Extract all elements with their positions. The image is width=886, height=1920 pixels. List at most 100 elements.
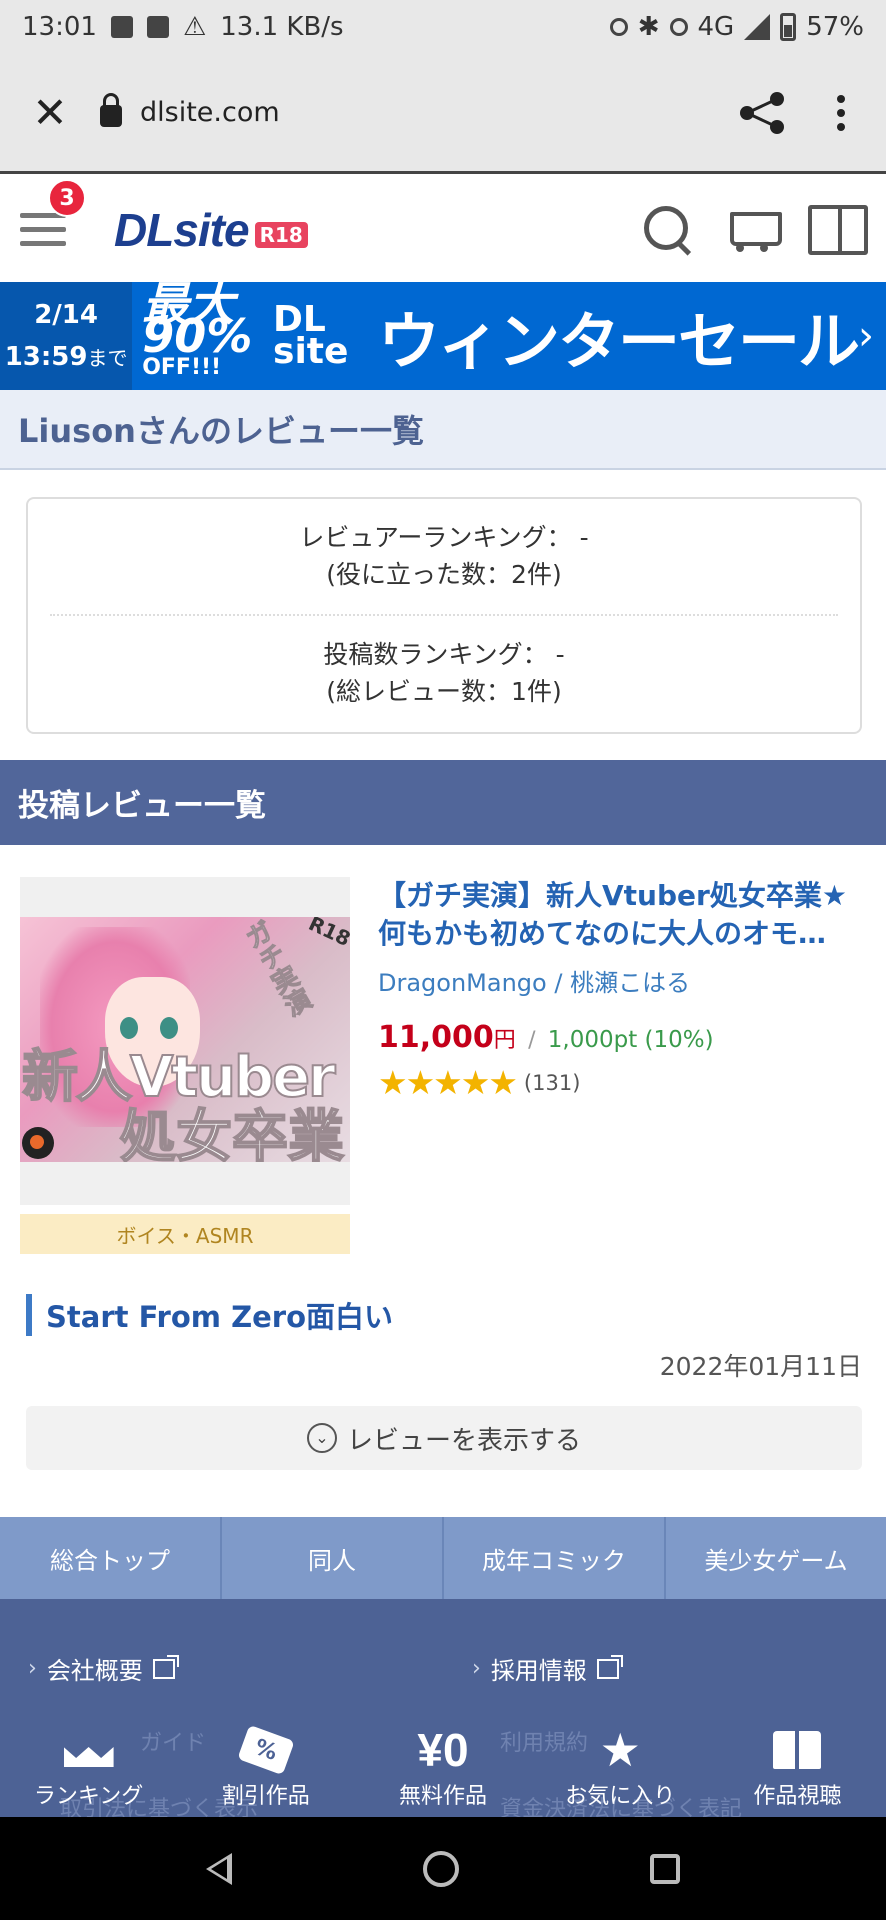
review-date: 2022年01月11日 <box>659 1352 862 1381</box>
reviewer-ranking: レビュアーランキング： - (役に立った数：2件) <box>28 499 860 614</box>
sale-discount-line2: OFF!!! <box>142 355 222 380</box>
price-unit: 円 <box>493 1028 516 1053</box>
external-link-icon <box>152 1654 179 1679</box>
more-vert-icon[interactable] <box>796 78 886 148</box>
recruit-label: 採用情報 <box>490 1657 587 1685</box>
product-image: ガチ実演 R18 新人Vtuber 処女卒業 <box>20 917 350 1162</box>
nav-adult-comic[interactable]: 成年コミック <box>444 1517 666 1599</box>
footer-company-link[interactable]: › 会社概要 <box>28 1651 179 1686</box>
product-info: 【ガチ実演】新人Vtuber処女卒業★何もかも初めてなのに大人のオモ… Drag… <box>378 877 868 1102</box>
chevron-right-icon: › <box>472 1656 481 1681</box>
thumb-label-graduation: 処女卒業 <box>119 1104 345 1162</box>
rating-count: (131) <box>523 1070 581 1095</box>
sale-discount-line1: 最大90% <box>142 277 253 363</box>
nav-general-top[interactable]: 総合トップ <box>0 1517 222 1599</box>
product-thumbnail[interactable]: ガチ実演 R18 新人Vtuber 処女卒業 <box>20 877 350 1205</box>
lock-icon <box>100 92 122 127</box>
search-icon[interactable] <box>642 204 694 256</box>
net-speed: 13.1 KB/s <box>220 12 344 42</box>
sale-time: 13:59 <box>4 341 88 372</box>
show-review-label: レビューを表示する <box>346 1425 581 1456</box>
bottom-nav-free[interactable]: ¥0 無料作品 <box>354 1718 531 1818</box>
product-title[interactable]: 【ガチ実演】新人Vtuber処女卒業★何もかも初めてなのに大人のオモ… <box>378 877 868 953</box>
chevron-right-icon: › <box>28 1656 37 1681</box>
sale-until: まで <box>87 345 128 370</box>
show-review-button[interactable]: ⌄ レビューを表示する <box>26 1406 862 1470</box>
android-nav-bar <box>0 1817 886 1920</box>
price-value: 11,000 <box>378 1020 494 1055</box>
cart-icon[interactable] <box>722 204 782 256</box>
battery-level: 57% <box>806 12 864 42</box>
section-title: 投稿レビュー一覧 <box>0 760 886 845</box>
status-bar: 13:01 ⚠ 13.1 KB/s ✱ 4G 57% <box>0 0 886 54</box>
warning-icon: ⚠ <box>182 12 207 42</box>
url-display[interactable]: dlsite.com <box>140 97 280 128</box>
bottom-nav-label: ランキング <box>33 1784 144 1809</box>
star-icon: ★ <box>599 1723 641 1777</box>
logo-text: DLsite <box>114 203 250 256</box>
external-link-icon <box>596 1654 623 1679</box>
sale-brand-text: DL site <box>273 299 349 372</box>
signal-icon <box>744 14 771 40</box>
image-icon <box>146 16 169 38</box>
nav-doujin[interactable]: 同人 <box>222 1517 444 1599</box>
category-nav: 総合トップ 同人 成年コミック 美少女ゲーム <box>0 1517 886 1599</box>
rating-stars-icon: ★★★★★ <box>378 1063 518 1102</box>
bluetooth-icon: ✱ <box>637 12 660 42</box>
product-price: 11,000円 / 1,000pt (10%) <box>378 1020 868 1055</box>
notification-badge: 3 <box>48 179 86 217</box>
r18-badge: R18 <box>254 221 308 248</box>
book-icon <box>773 1731 822 1769</box>
sale-deadline: 2/14 13:59まで <box>0 282 133 390</box>
sale-title: ウィンターセール <box>377 305 860 378</box>
battery-saver-icon <box>110 16 133 38</box>
price-separator: / <box>528 1028 536 1053</box>
bottom-nav-label: 作品視聴 <box>753 1784 842 1809</box>
reviewer-rank-text: レビュアーランキング： - <box>299 523 589 552</box>
share-icon[interactable] <box>726 78 796 148</box>
network-type: 4G <box>697 12 735 42</box>
page-title: Liusonさんのレビュー一覧 <box>0 390 886 470</box>
review-title: Start From Zero面白い <box>26 1294 393 1336</box>
yen-zero-icon: ¥0 <box>417 1724 469 1776</box>
footer-recruit-link[interactable]: › 採用情報 <box>472 1651 623 1686</box>
sale-banner[interactable]: 2/14 13:59まで 最大90% OFF!!! DL site ウィンターセ… <box>0 277 886 390</box>
bottom-nav-preview[interactable]: 作品視聴 <box>709 1718 886 1818</box>
library-book-icon[interactable] <box>808 204 868 255</box>
recent-apps-icon[interactable] <box>650 1853 681 1884</box>
total-reviews-text: (総レビュー数：1件) <box>326 677 562 706</box>
post-rank-text: 投稿数ランキング： - <box>323 640 565 669</box>
close-icon[interactable]: ✕ <box>0 53 100 173</box>
bottom-nav-discount[interactable]: % 割引作品 <box>177 1718 354 1818</box>
status-time: 13:01 <box>22 12 97 42</box>
browser-toolbar: ✕ dlsite.com <box>0 54 886 174</box>
back-icon[interactable] <box>205 1852 232 1885</box>
hamburger-menu-icon[interactable]: 3 <box>0 177 90 282</box>
bottom-nav-label: 割引作品 <box>221 1784 310 1809</box>
discount-tag-icon: % <box>237 1724 295 1776</box>
company-label: 会社概要 <box>46 1657 143 1685</box>
home-icon[interactable] <box>422 1850 459 1887</box>
product-card: ガチ実演 R18 新人Vtuber 処女卒業 ボイス・ASMR 【ガチ実演】新人… <box>0 877 886 1257</box>
helpful-count-text: (役に立った数：2件) <box>326 560 562 589</box>
nav-bishoujo-game[interactable]: 美少女ゲーム <box>666 1517 886 1599</box>
product-credits: DragonMango / 桃瀬こはる <box>378 963 868 998</box>
vibrate-icon <box>669 18 688 36</box>
bottom-nav-label: 無料作品 <box>399 1784 488 1809</box>
chevron-right-icon: › <box>858 313 874 359</box>
bottom-nav-ranking[interactable]: ランキング <box>0 1718 177 1818</box>
bottom-nav-favorites[interactable]: ★ お気に入り <box>532 1718 709 1818</box>
post-ranking: 投稿数ランキング： - (総レビュー数：1件) <box>28 616 860 710</box>
sale-brand: DL site <box>273 299 360 372</box>
sale-time-row: 13:59まで <box>5 336 128 379</box>
dlsite-logo[interactable]: DLsite R18 <box>114 203 308 257</box>
voice-actor-link[interactable]: 桃瀬こはる <box>570 969 690 997</box>
sale-discount: 最大90% OFF!!! <box>142 277 267 384</box>
thumb-r18: R18 <box>304 917 350 952</box>
category-badge: ボイス・ASMR <box>20 1214 350 1254</box>
bottom-nav-label: お気に入り <box>565 1784 676 1809</box>
site-header: 3 DLsite R18 <box>0 177 886 282</box>
circle-link[interactable]: DragonMango <box>378 969 547 997</box>
price-points: 1,000pt (10%) <box>547 1027 714 1053</box>
ranking-box: レビュアーランキング： - (役に立った数：2件) 投稿数ランキング： - (総… <box>26 497 862 734</box>
